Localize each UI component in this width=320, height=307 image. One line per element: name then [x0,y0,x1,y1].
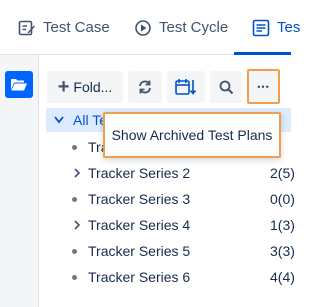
edit-icon [18,20,35,35]
tree-item[interactable]: Tracker Series 3 0(0) [40,186,295,212]
bullet-icon [72,145,77,150]
chevron-right-icon[interactable] [72,168,82,178]
more-options-button[interactable]: ••• [247,69,280,104]
show-archived-test-plans-menu-item[interactable]: Show Archived Test Plans [103,112,281,158]
tree-item-count: 3(3) [270,243,295,259]
tree-item-count: 4(4) [270,269,295,285]
tab-test-plan[interactable]: Tes [252,0,300,55]
tree-item[interactable]: Tracker Series 5 3(3) [40,238,295,264]
active-tab-indicator [234,52,291,55]
plan-icon [252,19,270,36]
calendar-sort-icon [175,79,197,95]
tree-item-count: 2(5) [270,165,295,181]
bullet-icon [72,275,77,280]
tree-item[interactable]: Tracker Series 2 2(5) [40,160,295,186]
bullet-icon [72,197,77,202]
cycle-icon [135,19,151,36]
chevron-down-icon [54,116,64,124]
add-folder-button[interactable]: + Fold... [47,71,123,103]
tree-item-label: Tracker Series 3 [88,191,191,207]
tab-test-plan-label: Tes [277,19,301,36]
tree-root-label: All Te [73,112,107,128]
tree-item-label: Tracker Series 5 [88,243,191,259]
tab-test-case-label: Test Case [43,19,110,36]
bullet-icon [72,249,77,254]
chevron-right-icon[interactable] [72,220,82,230]
refresh-button[interactable] [128,71,162,103]
refresh-icon [139,80,151,94]
tree-item-count: 0(0) [270,191,295,207]
folder-tree-toggle-button[interactable] [5,71,33,98]
folder-open-icon [11,79,27,91]
search-button[interactable] [210,71,242,103]
tree-item-label: Tracker Series 4 [88,217,191,233]
tree-item-label: Tracker Series 2 [88,165,191,181]
tab-test-cycle-label: Test Cycle [159,19,229,36]
tab-test-case[interactable]: Test Case [18,0,110,55]
tree-item[interactable]: Tracker Series 6 4(4) [40,264,295,290]
tree-item[interactable]: Tracker Series 4 1(3) [40,212,295,238]
tab-test-cycle[interactable]: Test Cycle [134,0,228,55]
tree-item-count: 1(3) [270,217,295,233]
show-archived-label: Show Archived Test Plans [111,127,273,143]
plus-icon: + [57,76,70,98]
sort-by-date-button[interactable] [167,71,205,103]
search-icon [219,80,233,94]
more-dots-icon: ••• [257,81,270,92]
tree-item-label: Tracker Series 6 [88,269,191,285]
top-tab-bar: Test Case Test Cycle Tes [0,0,300,55]
add-folder-label: Fold... [73,79,113,95]
